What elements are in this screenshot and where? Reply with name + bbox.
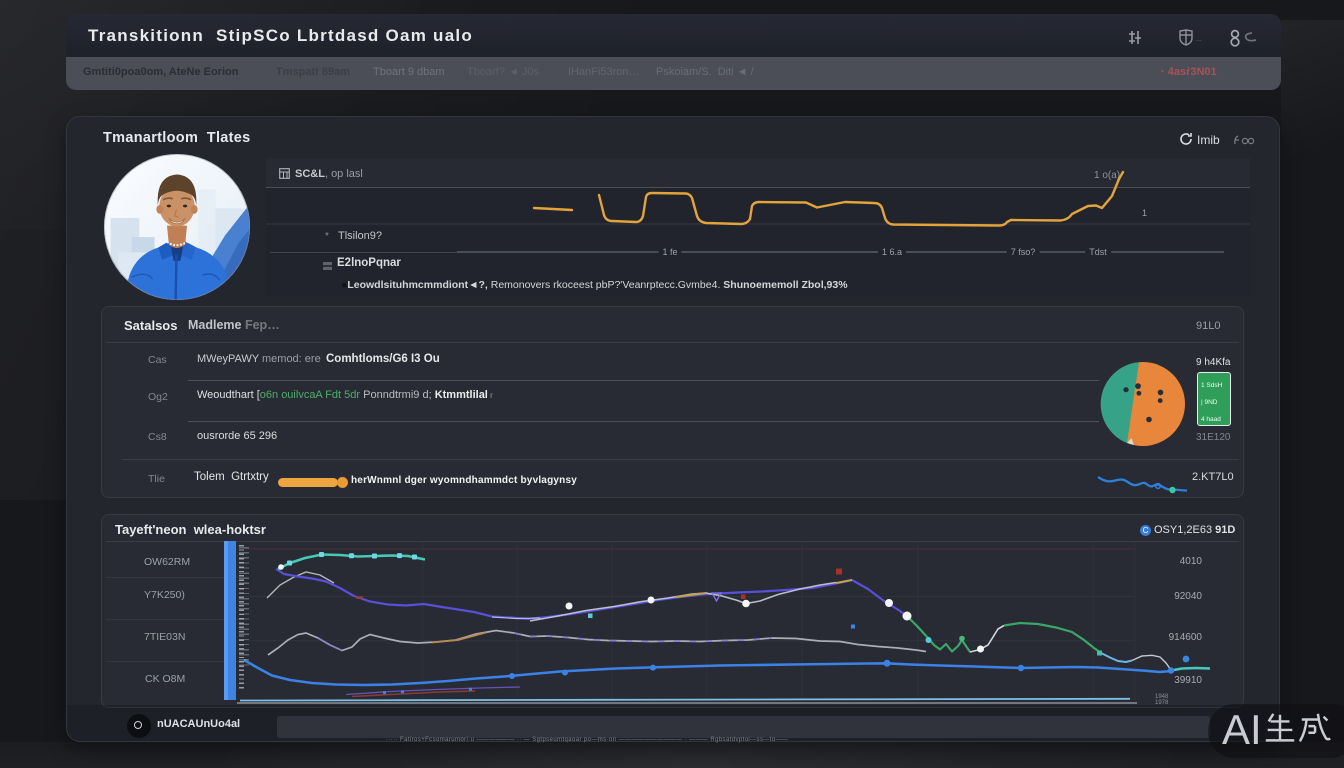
svg-text:1: 1 [1142, 208, 1147, 218]
svg-text:...: ... [1196, 36, 1202, 43]
